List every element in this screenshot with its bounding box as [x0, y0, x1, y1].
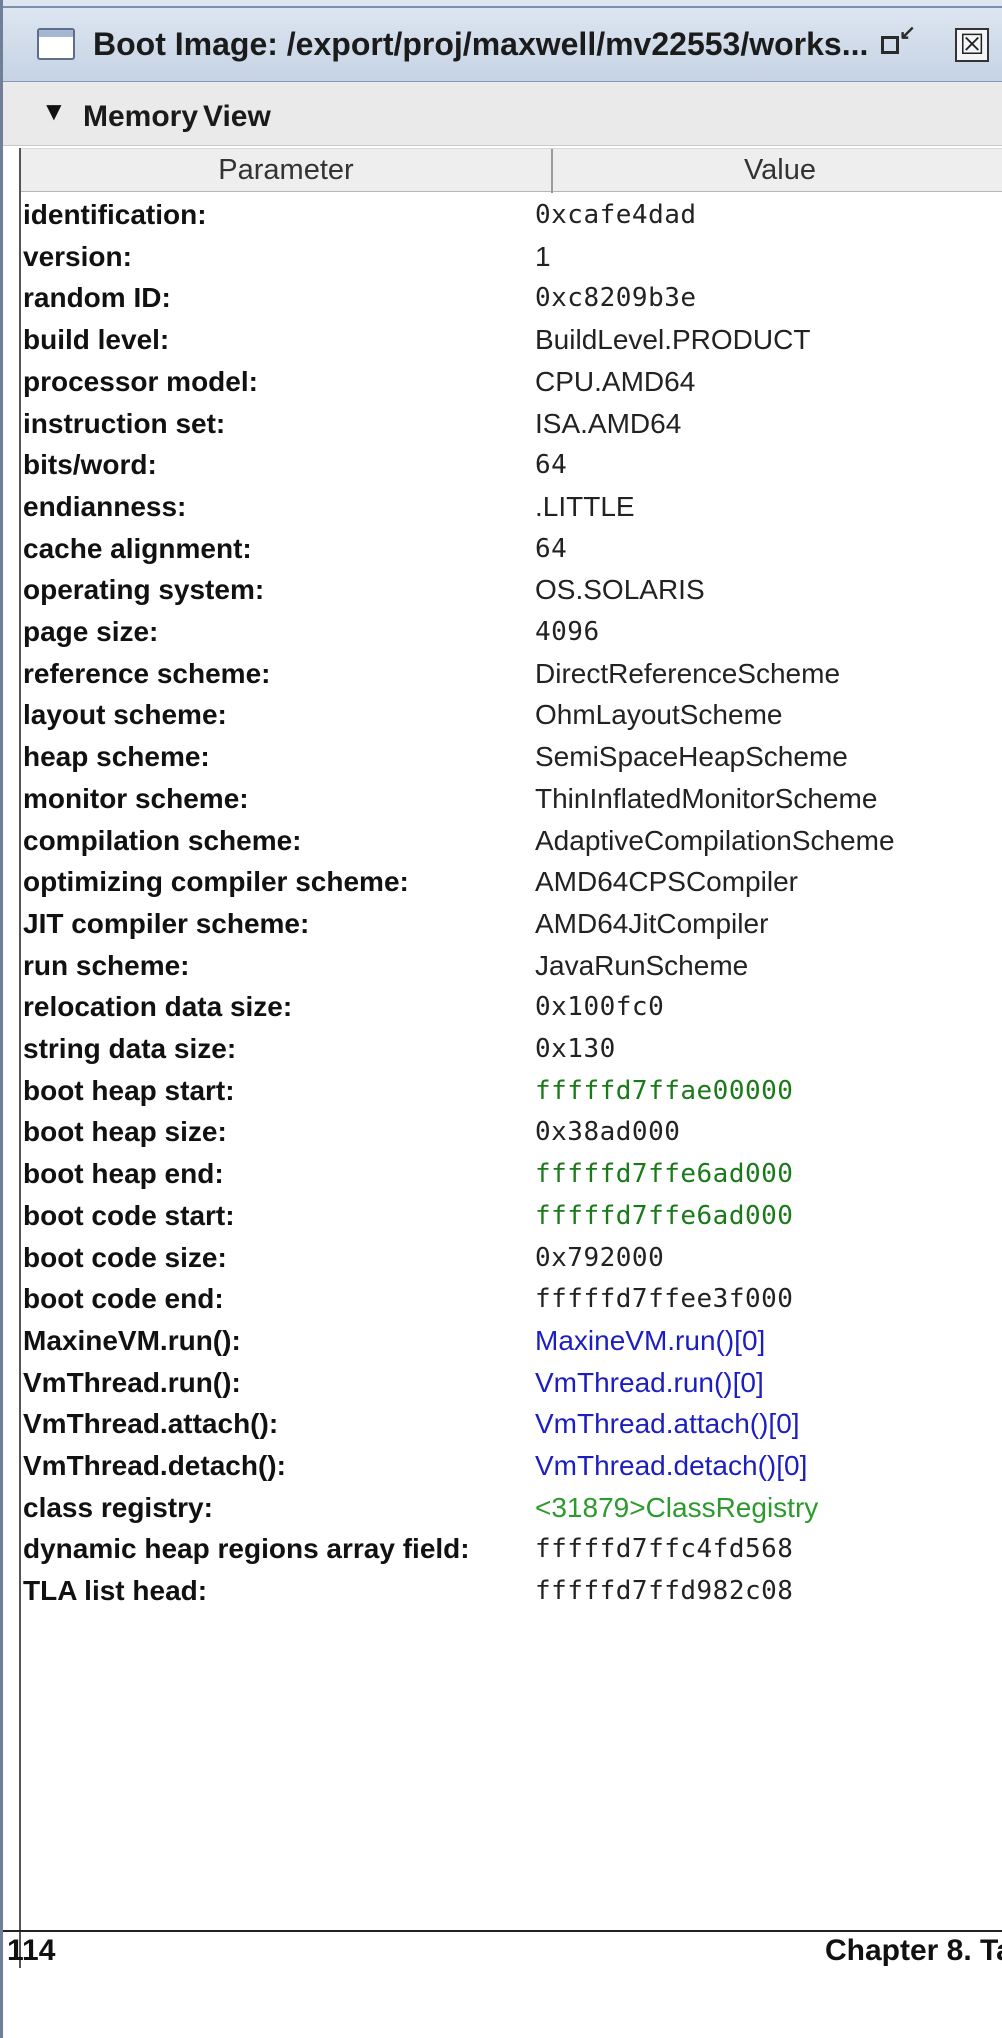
menu-memory[interactable]: Memory [83, 100, 198, 134]
table-row[interactable]: TLA list head: fffffd7ffd982c08 [23, 1565, 1002, 1617]
close-button[interactable]: ☒ [955, 28, 989, 62]
column-header-value[interactable]: Value [555, 149, 1002, 193]
table-left-border [19, 148, 21, 1968]
table-header: Parameter Value [21, 148, 1002, 193]
column-header-parameter[interactable]: Parameter [21, 149, 553, 193]
window-title: Boot Image: /export/proj/maxwell/mv22553… [93, 26, 869, 62]
boot-image-window: Boot Image: /export/proj/maxwell/mv22553… [0, 0, 1002, 2038]
chapter-heading: Chapter 8. Ta [825, 1934, 1002, 1967]
title-bar[interactable]: Boot Image: /export/proj/maxwell/mv22553… [3, 0, 1002, 82]
page-footer-rule [3, 1930, 1002, 1932]
menu-view[interactable]: View [203, 100, 271, 134]
value-cell: fffffd7ffd982c08 [535, 1576, 794, 1606]
menu-dropdown-arrow-icon[interactable]: ▼ [41, 96, 67, 127]
page-number: 114 [7, 1934, 56, 1967]
parameter-cell: TLA list head: [23, 1575, 208, 1606]
restore-button[interactable] [881, 36, 899, 54]
restore-arrow-icon: ↙ [899, 22, 916, 44]
window-icon [37, 28, 75, 60]
